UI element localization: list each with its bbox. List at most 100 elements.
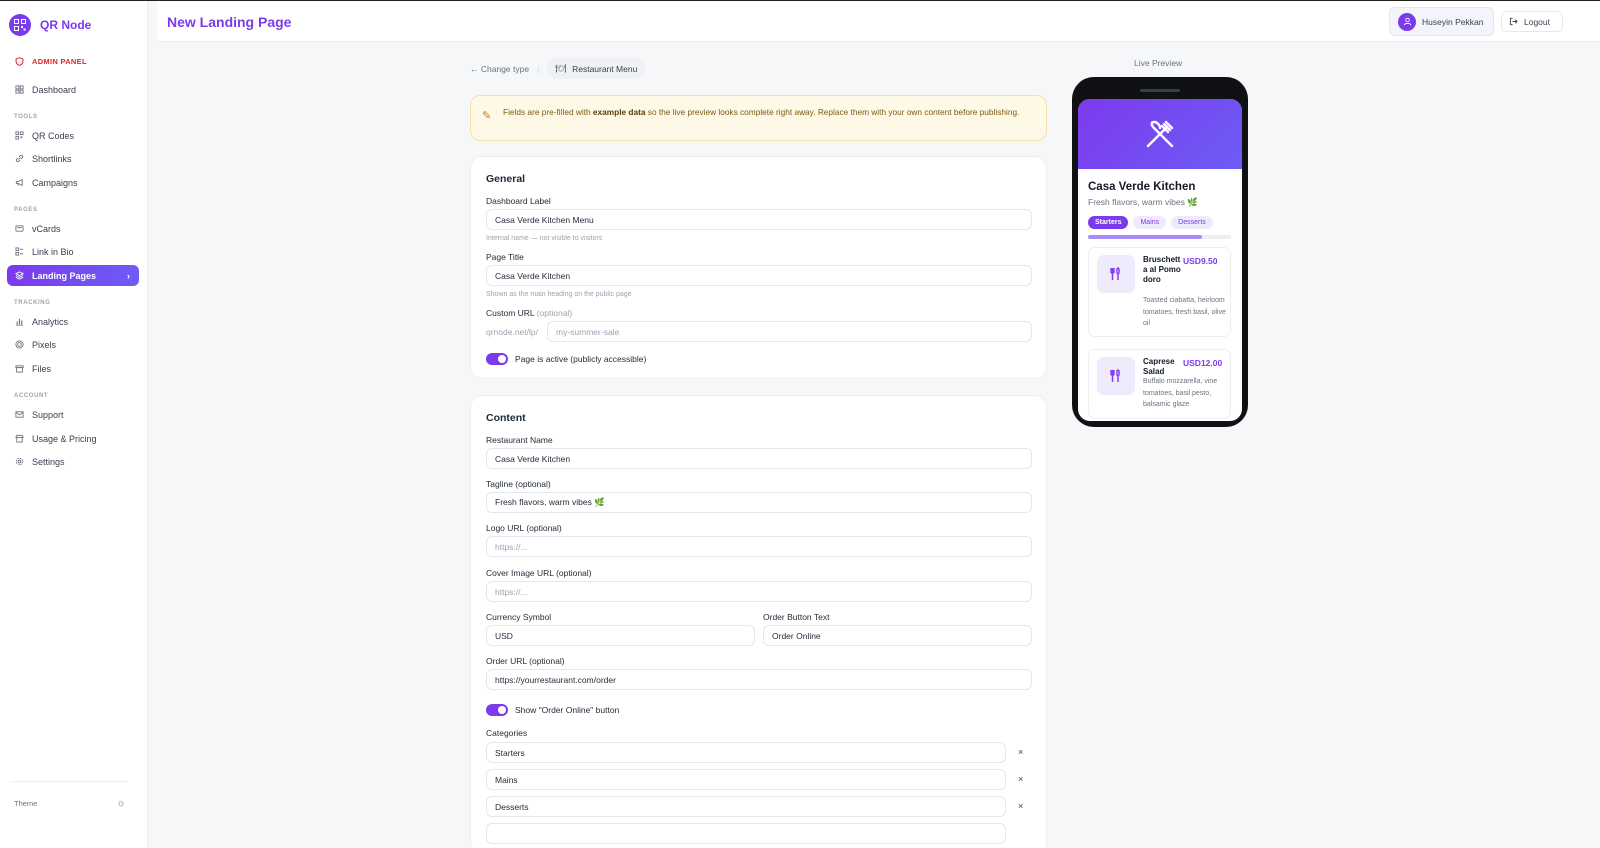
sidebar-item-label: vCards: [32, 223, 61, 234]
sidebar-item-usage-pricing[interactable]: Usage & Pricing: [7, 428, 139, 449]
category-input-new[interactable]: [486, 823, 1006, 844]
sidebar-item-label: Link in Bio: [32, 246, 74, 257]
order-url-input[interactable]: https://yourrestaurant.com/order: [486, 669, 1032, 690]
target-icon: [15, 340, 24, 349]
preview-tab-desserts[interactable]: Desserts: [1171, 216, 1213, 229]
user-menu[interactable]: Huseyin Pekkan: [1389, 7, 1494, 36]
preview-item-desc: Buffalo mozzarella, vine tomatoes, basil…: [1143, 378, 1218, 408]
remove-category-icon[interactable]: ×: [1018, 801, 1023, 811]
sidebar-item-label: Settings: [32, 456, 65, 467]
gear-icon: [15, 457, 24, 466]
fork-knife-icon: [1097, 357, 1135, 395]
sidebar-item-vcards[interactable]: vCards: [7, 218, 139, 239]
sidebar-section-pages: PAGES: [14, 207, 38, 213]
type-name: Restaurant Menu: [572, 63, 638, 74]
remove-category-icon[interactable]: ×: [1018, 747, 1023, 757]
order-button-text-input[interactable]: Order Online: [763, 625, 1032, 646]
brand[interactable]: QR Node: [9, 14, 91, 36]
brand-name: QR Node: [40, 18, 92, 32]
cover-url-input[interactable]: https://...: [486, 581, 1032, 602]
order-button-text-label: Order Button Text: [763, 612, 830, 622]
sun-icon[interactable]: ☼: [114, 796, 128, 810]
currency-input[interactable]: USD: [486, 625, 755, 646]
fork-knife-icon: [1097, 255, 1135, 293]
sidebar-item-label: Files: [32, 363, 52, 374]
dashboard-label-hint: Internal name — not visible to visitors: [486, 235, 603, 242]
category-input[interactable]: Desserts: [486, 796, 1006, 817]
category-input[interactable]: Starters: [486, 742, 1006, 763]
sidebar: QR Node ADMIN PANEL Dashboard TOOLS QR C…: [0, 1, 148, 848]
sidebar-section-tracking: TRACKING: [14, 300, 51, 306]
sidebar-item-label: Usage & Pricing: [32, 433, 97, 444]
page-title-input[interactable]: Casa Verde Kitchen: [486, 265, 1032, 286]
preview-tabs-scroll-thumb[interactable]: [1088, 235, 1203, 239]
sidebar-item-settings[interactable]: Settings: [7, 451, 139, 472]
sidebar-item-label: Landing Pages: [32, 270, 97, 281]
preview-category-tabs: Starters Mains Desserts: [1088, 216, 1213, 229]
restaurant-name-label: Restaurant Name: [486, 435, 553, 445]
custom-url-label: Custom URL (optional): [486, 308, 573, 318]
sidebar-item-landing-pages[interactable]: Landing Pages ›: [7, 265, 139, 286]
logout-label: Logout: [1524, 16, 1550, 27]
cover-url-label: Cover Image URL (optional): [486, 568, 592, 578]
sidebar-item-label: Pixels: [32, 339, 57, 350]
page-title-hint: Shown as the main heading on the public …: [486, 291, 632, 298]
categories-label: Categories: [486, 728, 528, 738]
sidebar-item-support[interactable]: Support: [7, 404, 139, 425]
link-icon: [15, 154, 24, 163]
user-avatar-icon: [1398, 12, 1416, 31]
sidebar-item-admin-panel[interactable]: ADMIN PANEL: [7, 51, 139, 72]
preview-tab-mains[interactable]: Mains: [1133, 216, 1167, 229]
top-header: New Landing Page Huseyin Pekkan Logout: [157, 1, 1600, 42]
breadcrumb-separator: |: [537, 63, 540, 74]
preview-menu-item: Bruschetta al Pomodoro USD9.50 Toasted c…: [1088, 247, 1231, 337]
show-order-toggle[interactable]: [486, 704, 508, 716]
section-title-general: General: [486, 173, 526, 185]
theme-label: Theme: [14, 799, 38, 808]
page-active-toggle[interactable]: [486, 353, 508, 365]
phone-preview: Casa Verde Kitchen Fresh flavors, warm v…: [1072, 77, 1248, 427]
remove-category-icon[interactable]: ×: [1018, 774, 1023, 784]
preview-tabs-scrollbar[interactable]: [1088, 235, 1231, 239]
page-active-label: Page is active (publicly accessible): [515, 354, 647, 364]
layers-icon: [15, 271, 24, 280]
chevron-right-icon: ›: [127, 270, 130, 281]
category-input[interactable]: Mains: [486, 769, 1006, 790]
archive-icon: [15, 365, 24, 373]
logo-url-input[interactable]: https://...: [486, 536, 1032, 557]
phone-screen: Casa Verde Kitchen Fresh flavors, warm v…: [1078, 99, 1242, 421]
general-card: General Dashboard Label Casa Verde Kitch…: [470, 156, 1047, 379]
cover-banner: [1078, 99, 1242, 169]
preview-item-desc: Toasted ciabatta, heirloom tomatoes, fre…: [1143, 297, 1226, 327]
preview-tab-starters[interactable]: Starters: [1088, 216, 1129, 229]
phone-speaker: [1140, 89, 1180, 92]
custom-url-input[interactable]: my-summer-sale: [547, 321, 1032, 342]
section-title-content: Content: [486, 412, 526, 424]
mail-icon: [15, 411, 24, 418]
utensils-icon: [1146, 120, 1174, 148]
restaurant-name-input[interactable]: Casa Verde Kitchen: [486, 448, 1032, 469]
page-title: New Landing Page: [167, 14, 292, 30]
logo-url-label: Logo URL (optional): [486, 523, 562, 533]
sidebar-item-analytics[interactable]: Analytics: [7, 311, 139, 332]
grid-icon: [15, 85, 24, 94]
store-icon: [15, 434, 24, 443]
sidebar-item-campaigns[interactable]: Campaigns: [7, 172, 139, 193]
list-icon: [15, 247, 24, 256]
sidebar-item-label: Analytics: [32, 316, 69, 327]
preview-tagline: Fresh flavors, warm vibes 🌿: [1088, 197, 1198, 207]
dashboard-label-input[interactable]: Casa Verde Kitchen Menu: [486, 209, 1032, 230]
live-preview-label: Live Preview: [1134, 58, 1183, 68]
change-type-link[interactable]: ← Change type: [470, 64, 529, 74]
sidebar-item-files[interactable]: Files: [7, 358, 139, 379]
sidebar-item-pixels[interactable]: Pixels: [7, 334, 139, 355]
show-order-label: Show "Order Online" button: [515, 705, 620, 715]
logout-button[interactable]: Logout: [1501, 11, 1563, 32]
sidebar-item-link-in-bio[interactable]: Link in Bio: [7, 241, 139, 262]
sidebar-item-shortlinks[interactable]: Shortlinks: [7, 148, 139, 169]
tagline-input[interactable]: Fresh flavors, warm vibes 🌿: [486, 492, 1032, 513]
sidebar-item-dashboard[interactable]: Dashboard: [7, 79, 139, 100]
order-url-label: Order URL (optional): [486, 656, 565, 666]
sidebar-item-qr-codes[interactable]: QR Codes: [7, 125, 139, 146]
sidebar-section-account: ACCOUNT: [14, 393, 49, 399]
